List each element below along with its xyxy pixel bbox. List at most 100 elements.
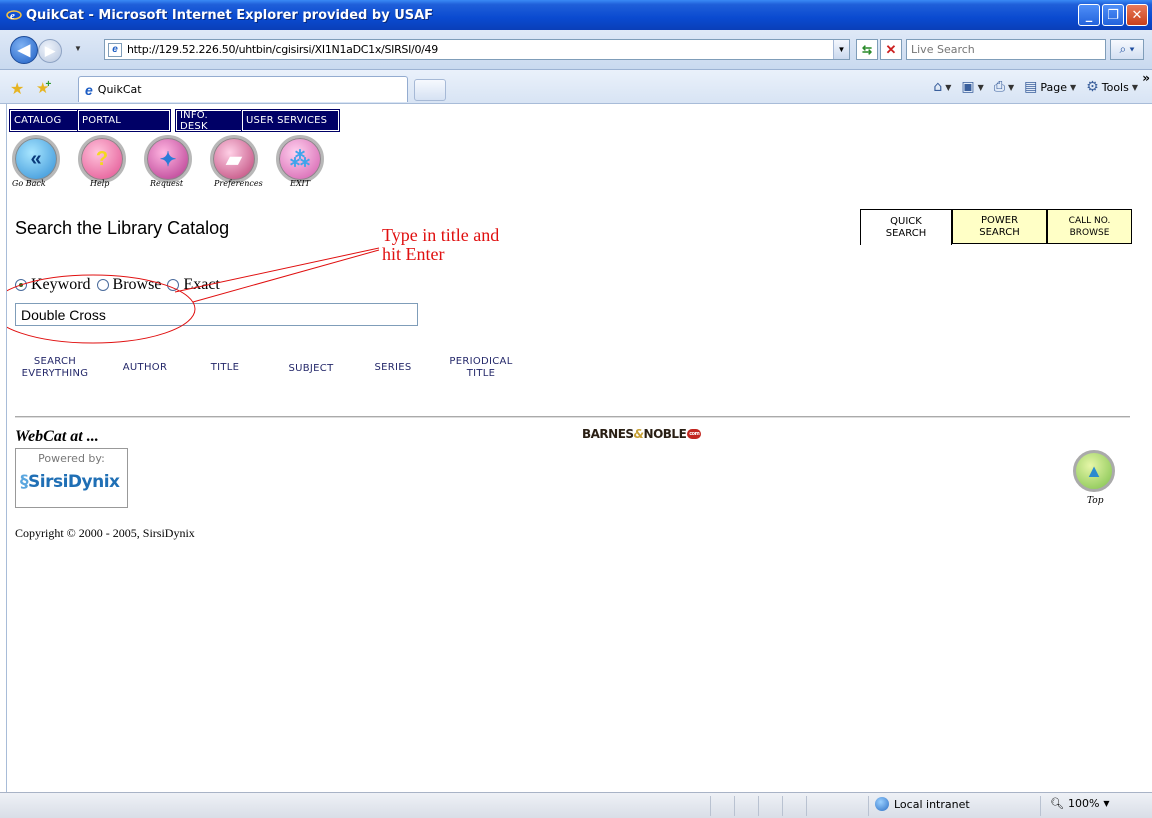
window-title: QuikCat - Microsoft Internet Explorer pr…: [26, 7, 434, 23]
refresh-button[interactable]: ⇆: [856, 39, 878, 60]
home-button[interactable]: ⌂ ▼: [933, 79, 951, 95]
print-button[interactable]: ⎙ ▼: [994, 79, 1014, 95]
add-favorites-icon[interactable]: ★+: [36, 79, 55, 97]
zoom-level: 100%: [1067, 797, 1100, 810]
sirsidynix-swirl-icon: §: [20, 472, 29, 492]
radio-browse[interactable]: Browse: [96, 276, 161, 294]
tools-menu[interactable]: ⚙ Tools ▼: [1086, 79, 1138, 95]
status-divider: [758, 796, 759, 816]
divider: [15, 416, 1130, 418]
radio-keyword[interactable]: Keyword: [15, 276, 91, 294]
library-nav: CATALOG PORTAL INFO. DESK USER SERVICES: [9, 109, 340, 132]
search-go-button[interactable]: ⌕ ▾: [1110, 39, 1144, 60]
tab-call-no-browse[interactable]: CALL NO. BROWSE: [1047, 209, 1132, 244]
radio-dot[interactable]: [167, 279, 180, 291]
bn-text-2: NOBLE: [643, 427, 687, 441]
request-button[interactable]: ✦ Request: [144, 135, 192, 188]
address-field[interactable]: e http://129.52.226.50/uhtbin/cgisirsi/X…: [104, 39, 850, 60]
printer-icon: ⎙: [993, 79, 1005, 95]
ie-page-icon: e: [85, 81, 93, 98]
preferences-button[interactable]: ▰ Preferences: [210, 135, 263, 188]
radio-dot[interactable]: [96, 279, 109, 291]
live-search-box[interactable]: [906, 39, 1106, 60]
nav-catalog[interactable]: CATALOG: [9, 109, 79, 132]
search-type-radios: Keyword Browse Exact: [15, 276, 226, 294]
svg-text:e: e: [10, 10, 15, 22]
exit-label: EXIT: [290, 179, 311, 188]
back-arrow-icon: ◀: [17, 42, 31, 59]
close-button[interactable]: ✕: [1126, 4, 1148, 26]
sirsidynix-brand-text: SirsiDynix: [28, 472, 120, 492]
exit-button[interactable]: ⁂ EXIT: [276, 135, 324, 188]
live-search-input[interactable]: [907, 40, 1105, 59]
feeds-button[interactable]: ▣ ▼: [961, 79, 983, 95]
request-label: Request: [150, 179, 184, 188]
nav-info-desk[interactable]: INFO. DESK: [175, 109, 243, 132]
stop-button[interactable]: ✕: [880, 39, 902, 60]
top-button[interactable]: ▲ Top: [1073, 450, 1117, 510]
back-button[interactable]: ◀: [10, 36, 38, 64]
new-tab-button[interactable]: [414, 79, 446, 101]
link-series[interactable]: SERIES: [369, 362, 417, 374]
annotation-line1: Type in title and: [382, 225, 500, 245]
tab-quikcat[interactable]: e QuikCat: [78, 76, 408, 102]
tab-quick-search[interactable]: QUICK SEARCH: [860, 209, 952, 245]
address-dropdown-icon[interactable]: ▼: [833, 40, 849, 59]
search-by-links: SEARCH EVERYTHING AUTHOR TITLE SUBJECT SE…: [7, 354, 567, 394]
go-back-button[interactable]: « Go Back: [12, 135, 60, 188]
back-arrows-icon: «: [12, 135, 60, 183]
history-dropdown-icon[interactable]: ▼: [74, 44, 82, 53]
forward-arrow-icon: ▶: [45, 43, 55, 58]
link-periodical-title[interactable]: PERIODICAL TITLE: [439, 356, 523, 380]
window-controls: _ ❐ ✕: [1078, 4, 1148, 26]
status-divider: [868, 796, 869, 816]
forward-button[interactable]: ▶: [38, 39, 62, 63]
catalog-search-input[interactable]: [15, 303, 418, 326]
radio-keyword-label: Keyword: [31, 276, 91, 293]
nav-portal[interactable]: PORTAL: [77, 109, 171, 132]
link-title[interactable]: TITLE: [203, 362, 247, 374]
url-text[interactable]: http://129.52.226.50/uhtbin/cgisirsi/XI1…: [127, 43, 438, 56]
security-zone[interactable]: Local intranet: [875, 797, 970, 811]
tab-callno-line2: BROWSE: [1069, 227, 1110, 238]
zoom-control[interactable]: 🔍︎ 100% ▼: [1050, 797, 1110, 810]
tab-power-search[interactable]: POWER SEARCH: [952, 209, 1047, 244]
help-label: Help: [90, 179, 110, 188]
go-back-label: Go Back: [12, 179, 46, 188]
help-button[interactable]: ? Help: [78, 135, 126, 188]
gear-icon: ⚙: [1086, 79, 1099, 95]
maximize-button[interactable]: ❐: [1102, 4, 1124, 26]
chevron-more-icon[interactable]: »: [1142, 71, 1150, 85]
nav-user-services[interactable]: USER SERVICES: [241, 109, 340, 132]
page-icon: e: [108, 42, 122, 57]
powered-by-label: Powered by:: [38, 452, 105, 465]
favorites-star-icon[interactable]: ★: [10, 79, 24, 99]
question-mark-icon: ?: [78, 135, 126, 183]
minimize-button[interactable]: _: [1078, 4, 1100, 26]
link-subject[interactable]: SUBJECT: [283, 363, 339, 375]
request-icon: ✦: [144, 135, 192, 183]
bn-com-badge: com: [687, 429, 702, 439]
zoom-magnifier-icon: 🔍︎: [1050, 797, 1064, 810]
radio-exact[interactable]: Exact: [167, 276, 220, 294]
tab-power-line2: SEARCH: [979, 226, 1020, 238]
tab-callno-line1: CALL NO.: [1068, 215, 1111, 226]
tab-power-line1: POWER: [980, 214, 1019, 226]
top-arrow-icon: ▲: [1073, 450, 1115, 492]
radio-dot-selected[interactable]: [15, 279, 27, 291]
link-periodical-line2: TITLE: [466, 368, 496, 379]
link-search-everything[interactable]: SEARCH EVERYTHING: [13, 356, 97, 380]
powered-by-sirsidynix-logo[interactable]: Powered by: §SirsiDynix: [15, 448, 128, 508]
barnes-noble-link[interactable]: BARNES & NOBLE com: [582, 427, 702, 441]
status-divider: [710, 796, 711, 816]
link-everything-line2: EVERYTHING: [21, 368, 89, 379]
page-menu[interactable]: ▤ Page ▼: [1024, 79, 1076, 95]
home-icon: ⌂: [933, 79, 943, 95]
link-author[interactable]: AUTHOR: [113, 362, 177, 374]
bn-text-1: BARNES: [582, 427, 634, 441]
tab-quick-line2: SEARCH: [885, 227, 927, 239]
address-toolbar: ◀ ▶ ▼ e http://129.52.226.50/uhtbin/cgis…: [0, 30, 1152, 70]
tool-icons: « Go Back ? Help ✦ Request ▰ Preferences…: [12, 135, 324, 188]
tab-label: QuikCat: [97, 83, 142, 96]
intranet-globe-icon: [875, 797, 889, 811]
